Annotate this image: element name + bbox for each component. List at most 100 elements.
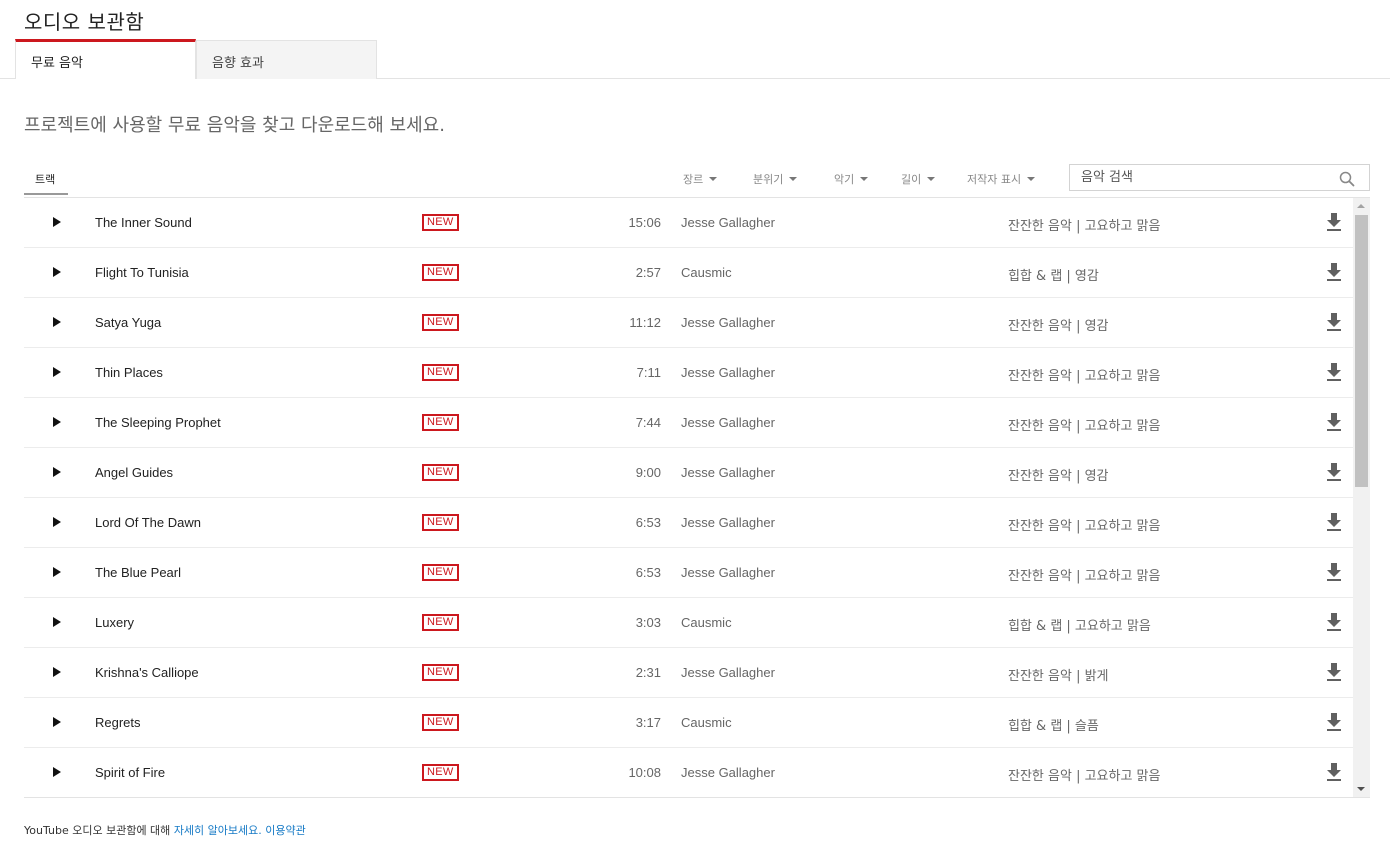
track-artist[interactable]: Causmic <box>681 265 732 280</box>
track-title: Thin Places <box>95 365 163 380</box>
scroll-down-arrow-icon[interactable] <box>1357 787 1365 791</box>
download-icon[interactable] <box>1325 362 1343 382</box>
terms-link[interactable]: 이용약관 <box>265 824 305 837</box>
track-duration: 6:53 <box>635 515 661 530</box>
table-row: Krishna's Calliope NEW 2:31 Jesse Gallag… <box>24 648 1353 698</box>
learn-more-link[interactable]: 자세히 알아보세요. <box>174 824 262 837</box>
search-icon[interactable] <box>1339 171 1355 187</box>
track-artist[interactable]: Jesse Gallagher <box>681 365 775 380</box>
play-icon[interactable] <box>53 367 61 377</box>
download-icon[interactable] <box>1325 712 1343 732</box>
caret-down-icon <box>860 177 869 181</box>
new-badge: NEW <box>422 564 459 581</box>
play-icon[interactable] <box>53 517 61 527</box>
play-icon[interactable] <box>53 317 61 327</box>
track-duration: 10:08 <box>628 765 661 780</box>
play-icon[interactable] <box>53 667 61 677</box>
download-icon[interactable] <box>1325 762 1343 782</box>
scrollbar-thumb[interactable] <box>1355 215 1368 487</box>
track-title: Luxery <box>95 615 135 630</box>
play-icon[interactable] <box>53 467 61 477</box>
tab-free-music[interactable]: 무료 음악 <box>15 39 196 79</box>
track-genre-mood: 잔잔한 음악 | 영감 <box>1008 319 1109 334</box>
track-list: The Inner Sound NEW 15:06 Jesse Gallaghe… <box>24 197 1370 798</box>
track-genre-mood: 잔잔한 음악 | 고요하고 맑음 <box>1008 369 1161 384</box>
play-icon[interactable] <box>53 567 61 577</box>
download-icon[interactable] <box>1325 412 1343 432</box>
new-badge: NEW <box>422 364 459 381</box>
duration-filter-label: 길이 <box>901 173 922 186</box>
track-genre-mood: 잔잔한 음악 | 영감 <box>1008 469 1109 484</box>
track-artist[interactable]: Jesse Gallagher <box>681 465 775 480</box>
download-icon[interactable] <box>1325 662 1343 682</box>
search-input[interactable] <box>1070 165 1338 190</box>
duration-filter[interactable]: 길이 <box>901 171 936 187</box>
track-title: The Inner Sound <box>95 215 192 230</box>
track-genre-mood: 힙합 & 랩 | 슬픔 <box>1008 719 1099 734</box>
mood-filter-label: 분위기 <box>753 173 784 186</box>
track-title: The Sleeping Prophet <box>95 415 221 430</box>
genre-filter[interactable]: 장르 <box>683 171 718 187</box>
track-duration: 11:12 <box>629 315 661 330</box>
scrollbar[interactable] <box>1353 198 1370 797</box>
track-genre-mood: 잔잔한 음악 | 밝게 <box>1008 669 1109 684</box>
track-rows: The Inner Sound NEW 15:06 Jesse Gallaghe… <box>24 198 1353 797</box>
instrument-filter[interactable]: 악기 <box>834 171 869 187</box>
download-icon[interactable] <box>1325 512 1343 532</box>
tracks-tab[interactable]: 트랙 <box>24 171 68 195</box>
track-artist[interactable]: Causmic <box>681 715 732 730</box>
play-icon[interactable] <box>53 417 61 427</box>
track-artist[interactable]: Jesse Gallagher <box>681 665 775 680</box>
table-row: Spirit of Fire NEW 10:08 Jesse Gallagher… <box>24 748 1353 797</box>
table-row: The Sleeping Prophet NEW 7:44 Jesse Gall… <box>24 398 1353 448</box>
track-artist[interactable]: Jesse Gallagher <box>681 215 775 230</box>
table-row: Lord Of The Dawn NEW 6:53 Jesse Gallaghe… <box>24 498 1353 548</box>
track-genre-mood: 잔잔한 음악 | 고요하고 맑음 <box>1008 519 1161 534</box>
download-icon[interactable] <box>1325 612 1343 632</box>
new-badge: NEW <box>422 264 459 281</box>
track-title: Krishna's Calliope <box>95 665 199 680</box>
filter-toolbar: 트랙 장르 분위기 악기 길이 저작자 표시 <box>24 160 1370 196</box>
track-title: Regrets <box>95 715 141 730</box>
track-title: Satya Yuga <box>95 315 162 330</box>
download-icon[interactable] <box>1325 562 1343 582</box>
track-artist[interactable]: Jesse Gallagher <box>681 565 775 580</box>
track-genre-mood: 잔잔한 음악 | 고요하고 맑음 <box>1008 419 1161 434</box>
track-title: Lord Of The Dawn <box>95 515 201 530</box>
tab-bar: 무료 음악 음향 효과 <box>0 39 1390 79</box>
attribution-filter[interactable]: 저작자 표시 <box>967 171 1036 187</box>
track-duration: 7:44 <box>635 415 661 430</box>
track-genre-mood: 힙합 & 랩 | 영감 <box>1008 269 1099 284</box>
track-artist[interactable]: Jesse Gallagher <box>681 315 775 330</box>
track-duration: 6:53 <box>635 565 661 580</box>
play-icon[interactable] <box>53 267 61 277</box>
download-icon[interactable] <box>1325 212 1343 232</box>
play-icon[interactable] <box>53 717 61 727</box>
caret-down-icon <box>709 177 718 181</box>
genre-filter-label: 장르 <box>683 173 704 186</box>
new-badge: NEW <box>422 614 459 631</box>
track-duration: 3:17 <box>635 715 661 730</box>
play-icon[interactable] <box>53 767 61 777</box>
track-artist[interactable]: Jesse Gallagher <box>681 515 775 530</box>
page-title: 오디오 보관함 <box>24 10 145 34</box>
scroll-up-arrow-icon[interactable] <box>1357 204 1365 208</box>
table-row: The Blue Pearl NEW 6:53 Jesse Gallagher … <box>24 548 1353 598</box>
download-icon[interactable] <box>1325 262 1343 282</box>
track-artist[interactable]: Jesse Gallagher <box>681 415 775 430</box>
track-artist[interactable]: Causmic <box>681 615 732 630</box>
play-icon[interactable] <box>53 217 61 227</box>
new-badge: NEW <box>422 314 459 331</box>
attribution-filter-label: 저작자 표시 <box>967 173 1022 186</box>
tab-sound-effects[interactable]: 음향 효과 <box>196 40 377 79</box>
track-duration: 7:11 <box>636 365 661 380</box>
play-icon[interactable] <box>53 617 61 627</box>
download-icon[interactable] <box>1325 312 1343 332</box>
track-title: Angel Guides <box>95 465 174 480</box>
caret-down-icon <box>927 177 936 181</box>
footer: YouTube 오디오 보관함에 대해 자세히 알아보세요. 이용약관 <box>24 822 306 838</box>
track-artist[interactable]: Jesse Gallagher <box>681 765 775 780</box>
download-icon[interactable] <box>1325 462 1343 482</box>
table-row: Satya Yuga NEW 11:12 Jesse Gallagher 잔잔한… <box>24 298 1353 348</box>
mood-filter[interactable]: 분위기 <box>753 171 798 187</box>
